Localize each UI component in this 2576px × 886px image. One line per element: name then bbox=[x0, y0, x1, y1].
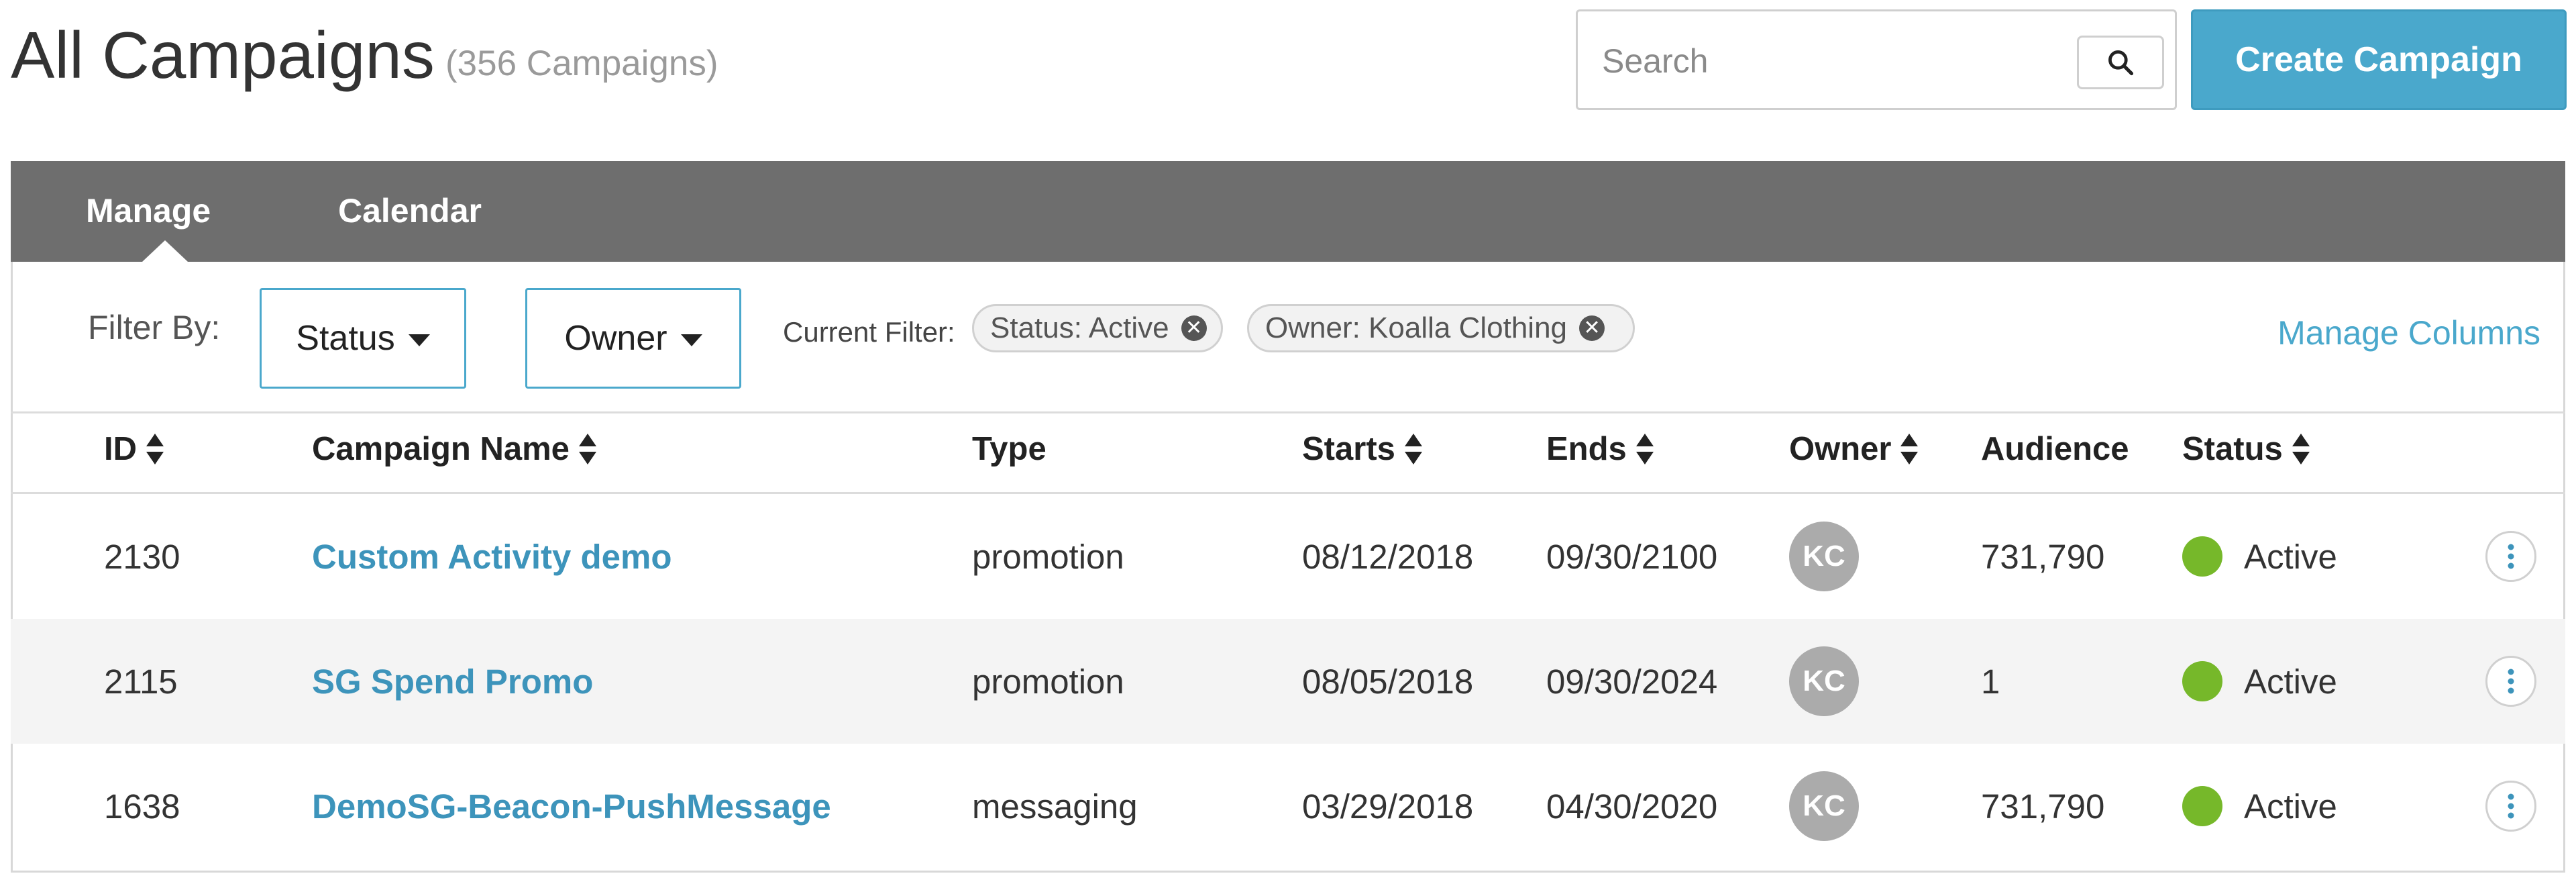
tab-bar: Manage Calendar bbox=[11, 161, 2565, 262]
cell-ends: 04/30/2020 bbox=[1546, 787, 1718, 826]
active-tab-indicator bbox=[142, 240, 188, 262]
column-header-starts[interactable]: Starts bbox=[1302, 429, 1422, 469]
filter-chip-label: Owner: Koalla Clothing bbox=[1265, 311, 1568, 344]
cell-id: 2130 bbox=[104, 537, 180, 576]
sort-icon[interactable] bbox=[1404, 434, 1422, 464]
cell-id: 2115 bbox=[104, 662, 178, 701]
remove-filter-icon[interactable]: ✕ bbox=[1579, 315, 1605, 341]
kebab-menu-icon bbox=[2508, 544, 2514, 569]
cell-actions bbox=[2485, 494, 2536, 619]
column-header-label: Starts bbox=[1302, 431, 1395, 467]
column-header-label: ID bbox=[104, 431, 137, 467]
avatar: KC bbox=[1789, 522, 1859, 591]
sort-icon[interactable] bbox=[1635, 434, 1654, 464]
caret-down-icon bbox=[408, 334, 430, 346]
manage-columns-link[interactable]: Manage Columns bbox=[2277, 313, 2540, 352]
tab-calendar[interactable]: Calendar bbox=[338, 191, 482, 231]
sort-icon[interactable] bbox=[578, 434, 596, 464]
kebab-menu-icon bbox=[2508, 669, 2514, 694]
table-row: 2115 SG Spend Promo promotion 08/05/2018… bbox=[11, 619, 2565, 744]
cell-ends: 09/30/2024 bbox=[1546, 662, 1718, 701]
cell-actions bbox=[2485, 744, 2536, 869]
filter-chip-status: Status: Active ✕ bbox=[972, 304, 1223, 352]
status-filter-dropdown[interactable]: Status bbox=[260, 288, 466, 389]
search-box bbox=[1576, 9, 2177, 110]
campaign-name-link[interactable]: SG Spend Promo bbox=[312, 619, 593, 744]
column-header-status[interactable]: Status bbox=[2182, 429, 2310, 469]
filter-by-label: Filter By: bbox=[88, 309, 221, 346]
column-header-owner[interactable]: Owner bbox=[1789, 429, 1919, 469]
divider bbox=[11, 411, 2565, 413]
column-header-label: Ends bbox=[1546, 431, 1627, 467]
column-header-audience: Audience bbox=[1981, 429, 2129, 469]
cell-owner: KC bbox=[1789, 744, 1859, 869]
more-actions-button[interactable] bbox=[2485, 781, 2536, 832]
column-header-label: Type bbox=[972, 431, 1046, 467]
cell-audience: 1 bbox=[1981, 662, 2000, 701]
cell-ends: 09/30/2100 bbox=[1546, 537, 1718, 576]
cell-type: messaging bbox=[972, 787, 1138, 826]
cell-owner: KC bbox=[1789, 619, 1859, 744]
page-title: All Campaigns bbox=[11, 18, 435, 92]
status-dot-icon bbox=[2182, 786, 2222, 826]
table-row: 1638 DemoSG-Beacon-PushMessage messaging… bbox=[11, 744, 2565, 869]
filter-chip-label: Status: Active bbox=[990, 311, 1169, 344]
create-campaign-button[interactable]: Create Campaign bbox=[2191, 9, 2567, 110]
column-header-label: Status bbox=[2182, 431, 2283, 467]
cell-type: promotion bbox=[972, 662, 1124, 701]
search-input[interactable] bbox=[1601, 32, 2073, 91]
kebab-menu-icon bbox=[2508, 793, 2514, 819]
column-header-ends[interactable]: Ends bbox=[1546, 429, 1654, 469]
column-header-id[interactable]: ID bbox=[104, 429, 164, 469]
cell-id: 1638 bbox=[104, 787, 180, 826]
caret-down-icon bbox=[680, 334, 702, 346]
owner-filter-dropdown[interactable]: Owner bbox=[525, 288, 741, 389]
status-filter-label: Status bbox=[296, 319, 395, 358]
more-actions-button[interactable] bbox=[2485, 531, 2536, 582]
current-filter-label: Current Filter: bbox=[783, 316, 955, 348]
owner-filter-label: Owner bbox=[564, 319, 667, 358]
status-dot-icon bbox=[2182, 536, 2222, 577]
status-dot-icon bbox=[2182, 661, 2222, 701]
avatar: KC bbox=[1789, 771, 1859, 841]
avatar: KC bbox=[1789, 646, 1859, 716]
cell-starts: 03/29/2018 bbox=[1302, 787, 1474, 826]
column-header-type: Type bbox=[972, 429, 1046, 469]
column-header-campaign-name[interactable]: Campaign Name bbox=[312, 429, 596, 469]
cell-audience: 731,790 bbox=[1981, 787, 2105, 826]
status-label: Active bbox=[2244, 787, 2337, 826]
status-label: Active bbox=[2244, 537, 2337, 576]
remove-filter-icon[interactable]: ✕ bbox=[1181, 315, 1207, 341]
sort-icon[interactable] bbox=[1900, 434, 1919, 464]
search-button[interactable] bbox=[2077, 36, 2164, 89]
sort-icon[interactable] bbox=[146, 434, 164, 464]
tab-manage[interactable]: Manage bbox=[86, 191, 211, 231]
campaigns-panel: Manage Calendar Filter By: Status Owner … bbox=[11, 161, 2565, 873]
search-icon bbox=[2108, 50, 2134, 76]
cell-actions bbox=[2485, 619, 2536, 744]
campaign-count: (356 Campaigns) bbox=[445, 44, 718, 83]
cell-status: Active bbox=[2182, 744, 2337, 869]
cell-status: Active bbox=[2182, 619, 2337, 744]
sort-icon[interactable] bbox=[2292, 434, 2310, 464]
status-label: Active bbox=[2244, 662, 2337, 701]
cell-owner: KC bbox=[1789, 494, 1859, 619]
cell-status: Active bbox=[2182, 494, 2337, 619]
column-header-label: Campaign Name bbox=[312, 431, 570, 467]
cell-starts: 08/05/2018 bbox=[1302, 662, 1474, 701]
filter-chip-owner: Owner: Koalla Clothing ✕ bbox=[1247, 304, 1635, 352]
cell-starts: 08/12/2018 bbox=[1302, 537, 1474, 576]
cell-audience: 731,790 bbox=[1981, 537, 2105, 576]
column-header-label: Owner bbox=[1789, 431, 1892, 467]
cell-type: promotion bbox=[972, 537, 1124, 576]
campaign-name-link[interactable]: DemoSG-Beacon-PushMessage bbox=[312, 744, 831, 869]
column-header-label: Audience bbox=[1981, 431, 2129, 467]
table-row: 2130 Custom Activity demo promotion 08/1… bbox=[11, 494, 2565, 619]
campaign-name-link[interactable]: Custom Activity demo bbox=[312, 494, 672, 619]
more-actions-button[interactable] bbox=[2485, 656, 2536, 707]
